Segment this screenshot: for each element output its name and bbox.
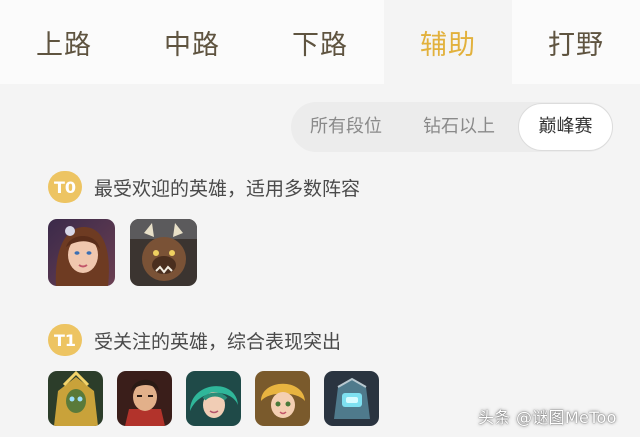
hero-avatar[interactable] xyxy=(255,371,310,426)
tier-t1-hero-list xyxy=(48,371,393,426)
hero-portrait-icon xyxy=(324,371,379,426)
tab-bottom-lane[interactable]: 下路 xyxy=(256,0,384,84)
hero-portrait-icon xyxy=(117,371,172,426)
tier-t1-description: 受关注的英雄，综合表现突出 xyxy=(94,330,342,353)
tier-t1-badge: T1 xyxy=(48,324,82,356)
tab-support[interactable]: 辅助 xyxy=(384,0,512,84)
hero-portrait-icon xyxy=(186,371,241,426)
hero-avatar[interactable] xyxy=(186,371,241,426)
lane-tab-bar: 上路 中路 下路 辅助 打野 xyxy=(0,0,640,84)
hero-portrait-icon xyxy=(255,371,310,426)
tier-t0-badge: T0 xyxy=(48,171,82,203)
hero-portrait-icon xyxy=(48,219,115,286)
tier-t0-header: T0 最受欢迎的英雄，适用多数阵容 xyxy=(48,171,360,203)
hero-portrait-icon xyxy=(130,219,197,286)
tab-jungle[interactable]: 打野 xyxy=(512,0,640,84)
hero-avatar[interactable] xyxy=(130,219,197,286)
hero-avatar[interactable] xyxy=(324,371,379,426)
tier-t0-description: 最受欢迎的英雄，适用多数阵容 xyxy=(94,177,361,200)
hero-portrait-icon xyxy=(48,371,103,426)
hero-avatar[interactable] xyxy=(48,219,115,286)
rank-option-all[interactable]: 所有段位 xyxy=(291,102,401,152)
tab-mid-lane[interactable]: 中路 xyxy=(128,0,256,84)
tier-t0-hero-list xyxy=(48,219,212,286)
tier-t1-header: T1 受关注的英雄，综合表现突出 xyxy=(48,324,341,356)
rank-option-peak-match[interactable]: 巅峰赛 xyxy=(518,103,613,151)
rank-filter: 所有段位 钻石以上 巅峰赛 xyxy=(291,102,613,152)
hero-avatar[interactable] xyxy=(48,371,103,426)
tab-top-lane[interactable]: 上路 xyxy=(0,0,128,84)
hero-avatar[interactable] xyxy=(117,371,172,426)
watermark-text: 头条 @谜图MeToo xyxy=(478,408,617,427)
rank-option-diamond-plus[interactable]: 钻石以上 xyxy=(403,102,515,152)
